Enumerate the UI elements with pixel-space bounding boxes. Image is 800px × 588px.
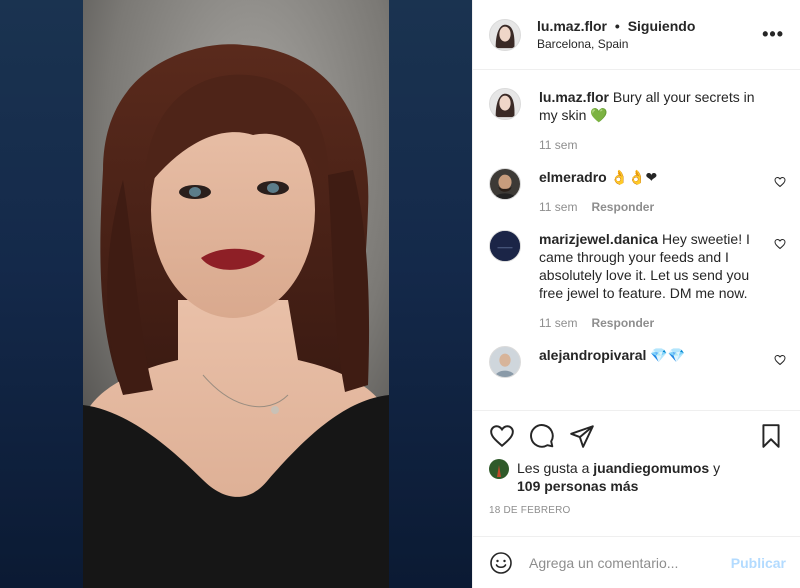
instagram-post-modal: lu.maz.flor • Siguiendo Barcelona, Spain… [0,0,800,588]
comment-text-line: elmeradro 👌👌❤ [539,168,760,186]
caption-author-avatar[interactable] [489,88,521,120]
comments-list[interactable]: lu.maz.flor Bury all your secrets in my … [473,70,800,410]
more-options-icon[interactable]: ••• [762,24,784,45]
comment-username[interactable]: alejandropivaral [539,347,646,363]
likes-summary: Les gusta a juandiegomumos y 109 persona… [489,459,784,495]
comment-avatar-image [490,231,520,261]
likes-conjunction: y [713,460,721,476]
comment-avatar[interactable] [489,168,521,200]
caption-body: lu.maz.flor Bury all your secrets in my … [539,88,784,152]
reply-button[interactable]: Responder [591,316,654,330]
likes-prefix: Les gusta a [517,460,590,476]
post-media-area [0,0,472,588]
caption-item: lu.maz.flor Bury all your secrets in my … [489,88,784,152]
comment-item: marizjewel.danica Hey sweetie! I came th… [489,230,786,330]
comment-avatar[interactable] [489,230,521,262]
caption-meta: 11 sem [539,138,760,152]
comment-like-heart-icon[interactable] [774,238,786,250]
liker-avatar-image [489,459,509,479]
likes-text: Les gusta a juandiegomumos y 109 persona… [517,459,720,495]
caption-avatar-image [490,89,520,119]
header-text: lu.maz.flor • Siguiendo Barcelona, Spain [537,17,762,52]
bookmark-icon[interactable] [758,423,784,449]
reply-button[interactable]: Responder [591,200,654,214]
comment-time[interactable]: 11 sem [539,200,577,214]
add-comment-bar: Publicar [473,536,800,588]
comment-text: 💎💎 [650,347,686,363]
heart-icon[interactable] [489,423,515,449]
paper-plane-icon[interactable] [569,423,595,449]
comment-input[interactable] [529,554,731,571]
comment-avatar-image [490,169,520,199]
post-header: lu.maz.flor • Siguiendo Barcelona, Spain… [473,0,800,70]
comment-username[interactable]: elmeradro [539,169,607,185]
author-avatar-image [490,19,520,50]
emoji-icon[interactable] [489,551,513,575]
liker-avatar[interactable] [489,459,509,479]
comment-avatar-image [490,347,520,377]
likes-others-link[interactable]: 109 personas más [517,478,638,494]
author-avatar[interactable] [489,18,521,51]
caption-username[interactable]: lu.maz.flor [539,89,609,105]
comment-body: alejandropivaral 💎💎 [539,346,784,378]
comment-text-line: alejandropivaral 💎💎 [539,346,760,364]
comment-like-heart-icon[interactable] [774,176,786,188]
comment-meta: 11 sem Responder [539,316,760,330]
comment-like-heart-icon[interactable] [774,354,786,366]
comment-item: alejandropivaral 💎💎 [489,346,786,378]
comment-time[interactable]: 11 sem [539,316,577,330]
comment-body: marizjewel.danica Hey sweetie! I came th… [539,230,784,330]
comment-icon[interactable] [529,423,555,449]
post-location[interactable]: Barcelona, Spain [537,36,762,52]
liker-username[interactable]: juandiegomumos [593,460,709,476]
post-sidebar: lu.maz.flor • Siguiendo Barcelona, Spain… [472,0,800,588]
header-separator: • [614,17,620,34]
post-date[interactable]: 18 DE FEBRERO [489,505,784,516]
portrait-image [83,0,389,588]
comment-item: elmeradro 👌👌❤ 11 sem Responder [489,168,786,214]
post-actions-area: Les gusta a juandiegomumos y 109 persona… [473,410,800,536]
caption-time[interactable]: 11 sem [539,138,577,152]
comment-username[interactable]: marizjewel.danica [539,231,658,247]
comment-meta: 11 sem Responder [539,200,760,214]
action-bar [489,421,784,451]
follow-status-button[interactable]: Siguiendo [628,18,696,34]
post-photo[interactable] [83,0,389,588]
comment-body: elmeradro 👌👌❤ 11 sem Responder [539,168,784,214]
author-username[interactable]: lu.maz.flor [537,18,607,34]
comment-text-line: marizjewel.danica Hey sweetie! I came th… [539,230,760,302]
publish-button[interactable]: Publicar [731,555,786,571]
comment-avatar[interactable] [489,346,521,378]
comment-text: 👌👌❤ [610,169,658,185]
caption-text-line: lu.maz.flor Bury all your secrets in my … [539,88,760,124]
